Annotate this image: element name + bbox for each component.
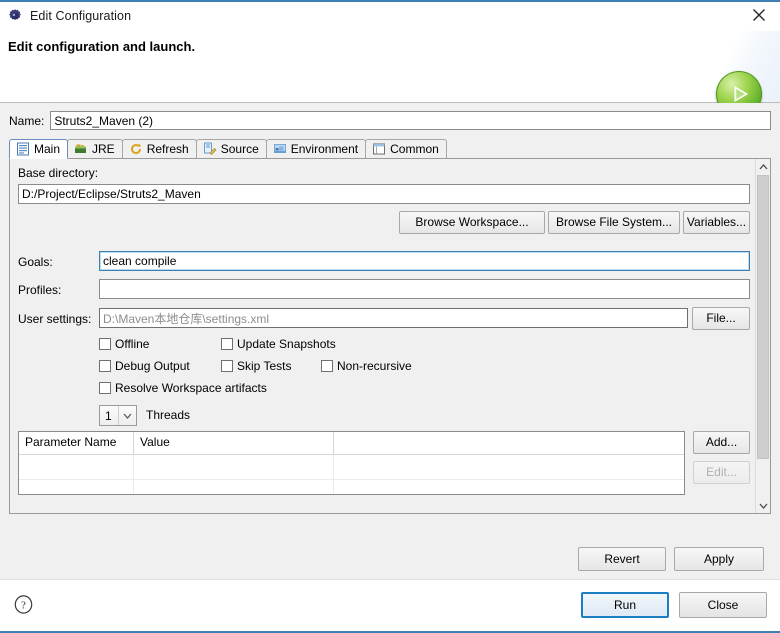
checkbox-non-recursive[interactable]: Non-recursive — [321, 359, 412, 373]
tab-common[interactable]: Common — [365, 139, 447, 158]
profiles-label: Profiles: — [18, 283, 62, 297]
column-header-value[interactable]: Value — [134, 432, 334, 454]
tab-jre-label: JRE — [92, 142, 115, 156]
chevron-down-icon[interactable] — [118, 406, 136, 425]
dialog-header: Edit configuration and launch. — [0, 31, 780, 117]
close-icon[interactable] — [748, 4, 770, 26]
checkbox-update-snapshots[interactable]: Update Snapshots — [221, 337, 336, 351]
user-settings-file-button[interactable]: File... — [692, 307, 750, 330]
name-label: Name: — [9, 113, 45, 128]
user-settings-input[interactable] — [99, 308, 688, 328]
checkbox-debug-output[interactable]: Debug Output — [99, 359, 217, 373]
jre-tab-icon — [74, 142, 88, 156]
checkbox-resolve-workspace-artifacts-box[interactable] — [99, 382, 111, 394]
window-accent-line — [0, 0, 780, 2]
browse-workspace-button[interactable]: Browse Workspace... — [399, 211, 545, 234]
svg-text:?: ? — [21, 599, 26, 611]
parameters-table-header: Parameter Name Value — [19, 432, 684, 455]
revert-apply-row: Revert Apply — [0, 547, 780, 571]
tab-strip: Main JRE Refresh Source Environment Comm… — [9, 138, 771, 159]
edit-parameter-button: Edit... — [693, 461, 750, 484]
environment-tab-icon — [273, 142, 287, 156]
gear-icon — [7, 7, 23, 24]
table-cell — [134, 480, 334, 494]
refresh-tab-icon — [129, 142, 143, 156]
tab-environment-label: Environment — [290, 142, 359, 156]
scrollbar-thumb[interactable] — [757, 175, 769, 459]
checkbox-offline[interactable]: Offline — [99, 337, 217, 351]
goals-input[interactable] — [99, 251, 750, 271]
main-tab-panel: Base directory: Browse Workspace... Brow… — [9, 159, 771, 514]
main-tab-icon — [16, 142, 30, 156]
source-tab-icon — [203, 142, 217, 156]
checkbox-offline-label: Offline — [115, 337, 150, 351]
table-cell — [334, 455, 684, 479]
checkbox-update-snapshots-label: Update Snapshots — [237, 337, 336, 351]
tab-source[interactable]: Source — [195, 139, 267, 158]
table-cell — [19, 455, 134, 479]
scroll-down-arrow-icon[interactable] — [756, 498, 770, 513]
panel-scrollbar[interactable] — [755, 159, 770, 513]
add-parameter-button[interactable]: Add... — [693, 431, 750, 454]
profiles-input[interactable] — [99, 279, 750, 299]
column-header-parameter-name[interactable]: Parameter Name — [19, 432, 134, 454]
checkbox-row-3: Resolve Workspace artifacts — [99, 381, 271, 395]
tab-jre[interactable]: JRE — [67, 139, 123, 158]
configuration-name-input[interactable] — [50, 111, 771, 130]
checkbox-skip-tests-box[interactable] — [221, 360, 233, 372]
user-settings-label: User settings: — [18, 312, 92, 326]
window-title-bar: Edit Configuration — [0, 0, 780, 31]
checkbox-non-recursive-label: Non-recursive — [337, 359, 412, 373]
checkbox-debug-output-box[interactable] — [99, 360, 111, 372]
checkbox-offline-box[interactable] — [99, 338, 111, 350]
checkbox-row-2: Debug Output Skip Tests Non-recursive — [99, 359, 416, 373]
configuration-body: Name: Main — [0, 103, 780, 579]
name-row: Name: — [0, 103, 780, 130]
header-title: Edit configuration and launch. — [8, 39, 196, 54]
checkbox-resolve-workspace-artifacts-label: Resolve Workspace artifacts — [115, 381, 267, 395]
checkbox-update-snapshots-box[interactable] — [221, 338, 233, 350]
variables-button[interactable]: Variables... — [683, 211, 750, 234]
tab-common-label: Common — [390, 142, 439, 156]
table-row[interactable] — [19, 480, 684, 494]
base-directory-label: Base directory: — [18, 166, 99, 180]
table-row[interactable] — [19, 455, 684, 480]
table-cell — [134, 455, 334, 479]
checkbox-resolve-workspace-artifacts[interactable]: Resolve Workspace artifacts — [99, 381, 267, 395]
threads-combo-value: 1 — [105, 408, 112, 423]
tab-refresh-label: Refresh — [146, 142, 189, 156]
tab-environment[interactable]: Environment — [265, 139, 367, 158]
help-question-icon[interactable]: ? — [14, 595, 33, 614]
scroll-up-arrow-icon[interactable] — [756, 159, 770, 174]
checkbox-debug-output-label: Debug Output — [115, 359, 190, 373]
checkbox-skip-tests[interactable]: Skip Tests — [221, 359, 317, 373]
column-header-extra[interactable] — [334, 432, 684, 454]
tab-main[interactable]: Main — [9, 139, 69, 159]
threads-label: Threads — [146, 408, 191, 422]
base-directory-input[interactable] — [18, 184, 750, 204]
tab-main-label: Main — [34, 142, 61, 156]
tab-source-label: Source — [220, 142, 259, 156]
apply-button[interactable]: Apply — [674, 547, 764, 571]
window-title: Edit Configuration — [30, 8, 132, 23]
common-tab-icon — [372, 142, 386, 156]
table-cell — [19, 480, 134, 494]
table-cell — [334, 480, 684, 494]
close-button[interactable]: Close — [679, 592, 767, 618]
browse-file-system-button[interactable]: Browse File System... — [548, 211, 680, 234]
parameters-table[interactable]: Parameter Name Value — [18, 431, 685, 495]
revert-button[interactable]: Revert — [578, 547, 666, 571]
threads-combo[interactable]: 1 — [99, 405, 137, 426]
tab-refresh[interactable]: Refresh — [121, 139, 197, 158]
checkbox-skip-tests-label: Skip Tests — [237, 359, 292, 373]
checkbox-non-recursive-box[interactable] — [321, 360, 333, 372]
goals-label: Goals: — [18, 255, 53, 269]
dialog-footer: ? Run Close — [0, 579, 780, 633]
checkbox-row-1: Offline Update Snapshots — [99, 337, 340, 351]
run-button[interactable]: Run — [581, 592, 669, 618]
